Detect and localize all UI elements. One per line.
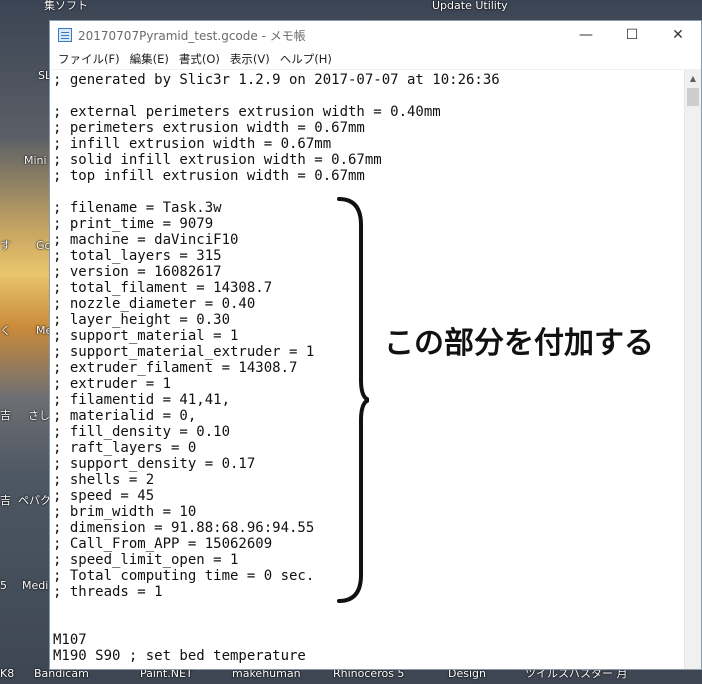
text-line: ; top infill extrusion width = 0.67mm: [53, 168, 365, 184]
desktop-icon-label[interactable]: 5: [0, 580, 7, 592]
menu-file[interactable]: ファイル(F): [54, 51, 124, 67]
scroll-up-arrow-icon[interactable]: ▲: [685, 70, 701, 87]
right-brace-annotation: [337, 197, 369, 603]
annotation-text: この部分を付加する: [384, 326, 654, 361]
vertical-scrollbar[interactable]: ▲: [684, 70, 701, 669]
desktop-icon-label[interactable]: Mini: [24, 155, 47, 167]
desktop-icon-label[interactable]: さし: [28, 410, 50, 422]
content-area: ; generated by Slic3r 1.2.9 on 2017-07-0…: [50, 70, 701, 669]
text-line: M190 S90 ; set bed temperature: [53, 648, 306, 664]
desktop-icon-label[interactable]: 集ソフト: [44, 0, 88, 12]
desktop-icon-label[interactable]: す: [0, 240, 11, 252]
title-bar[interactable]: 20170707Pyramid_test.gcode - メモ帳 — ☐ ✕: [50, 21, 701, 49]
text-line: M107: [53, 632, 87, 648]
menu-view[interactable]: 表示(V): [226, 51, 274, 67]
minimize-button[interactable]: —: [563, 21, 609, 49]
desktop-icon-label[interactable]: く: [0, 325, 11, 337]
text-line: ; external perimeters extrusion width = …: [53, 104, 441, 120]
desktop-icon-label[interactable]: 吉: [0, 495, 11, 507]
menu-help[interactable]: ヘルプ(H): [276, 51, 336, 67]
desktop-icon-label[interactable]: K8: [0, 668, 14, 680]
notepad-icon: [58, 28, 72, 42]
desktop-icon-label[interactable]: 吉: [0, 410, 11, 422]
text-line: ; solid infill extrusion width = 0.67mm: [53, 152, 382, 168]
window-title: 20170707Pyramid_test.gcode - メモ帳: [78, 28, 306, 43]
maximize-button[interactable]: ☐: [609, 21, 655, 49]
menu-format[interactable]: 書式(O): [175, 51, 224, 67]
text-line: [53, 88, 684, 104]
text-line: ; generated by Slic3r 1.2.9 on 2017-07-0…: [53, 72, 500, 88]
desktop-icon-label[interactable]: Medi: [22, 580, 48, 592]
menu-bar: ファイル(F) 編集(E) 書式(O) 表示(V) ヘルプ(H): [50, 49, 701, 70]
text-line: ; infill extrusion width = 0.67mm: [53, 136, 332, 152]
text-line: [53, 616, 684, 632]
window-controls: — ☐ ✕: [563, 21, 701, 49]
close-button[interactable]: ✕: [655, 21, 701, 49]
brace-path: [337, 197, 369, 603]
scroll-thumb[interactable]: [687, 88, 699, 106]
desktop-icon-label[interactable]: Update Utility: [432, 0, 508, 12]
menu-edit[interactable]: 編集(E): [126, 51, 173, 67]
desktop-icon-label[interactable]: ペパク: [18, 495, 51, 507]
text-line: ; perimeters extrusion width = 0.67mm: [53, 120, 365, 136]
